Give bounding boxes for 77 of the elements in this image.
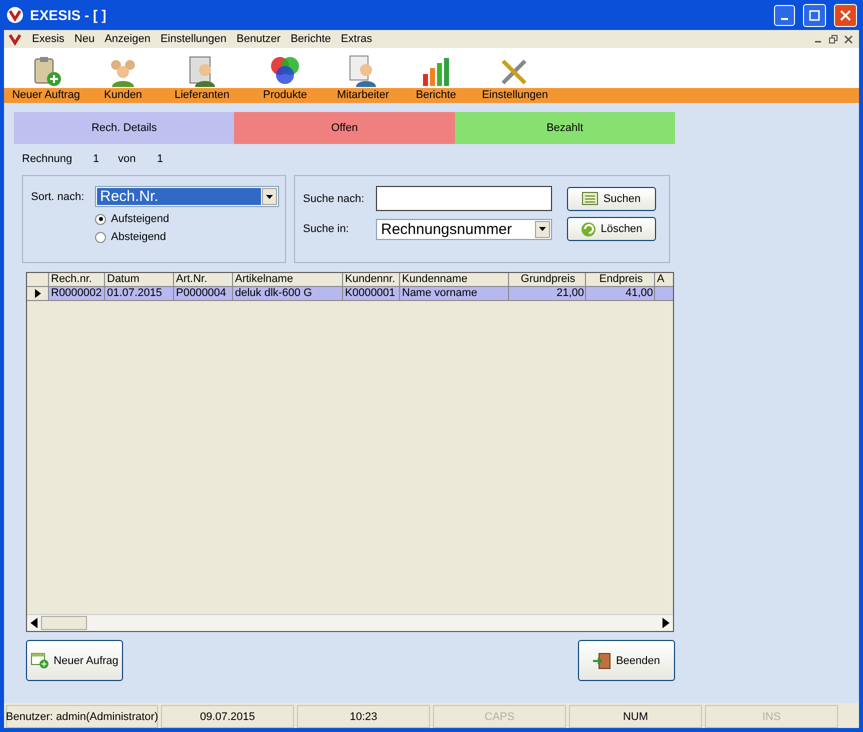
toolbar-button[interactable]: Einstellungen <box>482 88 548 103</box>
column-header[interactable]: Art.Nr. <box>174 273 233 287</box>
scrollbar-thumb[interactable] <box>41 616 87 630</box>
toolbar-button[interactable]: Lieferanten <box>174 88 230 103</box>
record-current: 1 <box>93 153 100 165</box>
status-tab[interactable]: Offen <box>234 112 455 144</box>
menu-item[interactable]: Benutzer <box>236 33 281 45</box>
menu-item[interactable]: Berichte <box>290 33 331 45</box>
minimize-icon <box>781 18 788 20</box>
door-icon <box>592 652 611 668</box>
column-header[interactable]: Rech.nr. <box>49 273 105 287</box>
search-button[interactable]: Suchen <box>567 186 656 210</box>
quit-button[interactable]: Beenden <box>578 640 675 681</box>
column-header[interactable]: Grundpreis <box>509 273 586 287</box>
menu-item[interactable]: Neu <box>74 33 95 45</box>
caret-icon <box>539 227 546 231</box>
sort-radio[interactable]: Aufsteigend <box>95 213 285 225</box>
sort-dropdown[interactable]: Rech.Nr. <box>95 186 279 207</box>
search-in-label: Suche in: <box>303 223 350 235</box>
table-cell: 41,00 <box>586 287 655 301</box>
window-title: EXESIS - [ ] <box>30 7 108 23</box>
status-bar-cell: INS <box>705 705 838 728</box>
table-cell: K0000001 <box>343 287 400 301</box>
window-plus-icon <box>30 652 49 668</box>
record-label: Rechnung <box>22 153 74 165</box>
new-order-button[interactable]: Neuer Aufrag <box>26 640 123 681</box>
app-logo-icon <box>8 32 22 46</box>
close-icon <box>840 10 851 20</box>
table-cell: 21,00 <box>509 287 586 301</box>
status-bar-cell: 09.07.2015 <box>161 705 294 728</box>
undo-arrow-icon <box>580 222 596 236</box>
maximize-icon <box>809 10 820 20</box>
caret-icon <box>266 194 273 198</box>
table-cell: R0000002 <box>49 287 105 301</box>
toolbar-button[interactable]: Produkte <box>262 88 308 103</box>
status-tab[interactable]: Bezahlt <box>454 112 675 144</box>
menu-item[interactable]: Einstellungen <box>160 33 227 45</box>
table-cell: deluk dlk-600 G <box>233 287 343 301</box>
table-cell <box>655 287 673 301</box>
table-cell: 01.07.2015 <box>105 287 174 301</box>
minimize-button[interactable] <box>774 4 795 26</box>
row-pointer-icon <box>34 289 40 298</box>
toolbar-button[interactable]: Neuer Auftrag <box>12 88 80 103</box>
toolbar-button[interactable]: Berichte <box>416 88 456 103</box>
status-bar-cell: Benutzer: admin(Administrator) <box>6 705 158 728</box>
clear-button[interactable]: Löschen <box>567 217 656 241</box>
restore-icon[interactable] <box>829 34 838 44</box>
record-total: 1 <box>157 153 164 165</box>
column-header[interactable]: Datum <box>105 273 174 287</box>
menu-item[interactable]: Extras <box>340 33 372 45</box>
list-icon <box>582 192 598 205</box>
table-cell: Name vorname <box>400 287 509 301</box>
record-of-label: von <box>118 153 137 165</box>
column-header[interactable]: A <box>655 273 673 287</box>
status-bar-cell: CAPS <box>433 705 566 728</box>
search-in-dropdown[interactable]: Rechnungsnummer <box>376 218 552 240</box>
close-button[interactable] <box>834 4 857 26</box>
column-header[interactable]: Kundennr. <box>343 273 400 287</box>
toolbar-button[interactable]: Kunden <box>104 88 142 103</box>
menu-item[interactable]: Exesis <box>32 33 64 45</box>
column-header[interactable]: Artikelname <box>233 273 343 287</box>
column-header[interactable]: Endpreis <box>586 273 655 287</box>
status-bar-cell: NUM <box>569 705 702 728</box>
close-icon[interactable] <box>844 34 853 44</box>
column-header[interactable]: Kundenname <box>400 273 509 287</box>
sort-label: Sort. nach: <box>31 190 86 202</box>
status-bar-cell: 10:23 <box>297 705 430 728</box>
table-cell: P0000004 <box>174 287 233 301</box>
status-tab[interactable]: Rech. Details <box>14 112 234 144</box>
search-field[interactable] <box>376 186 552 211</box>
maximize-button[interactable] <box>803 4 826 26</box>
search-label: Suche nach: <box>303 192 366 204</box>
horizontal-scrollbar[interactable] <box>27 614 673 631</box>
toolbar-button[interactable]: Mitarbeiter <box>337 88 389 103</box>
menu-item[interactable]: Anzeigen <box>104 33 150 45</box>
app-logo-icon <box>6 6 24 24</box>
sort-radio[interactable]: Absteigend <box>95 231 285 243</box>
